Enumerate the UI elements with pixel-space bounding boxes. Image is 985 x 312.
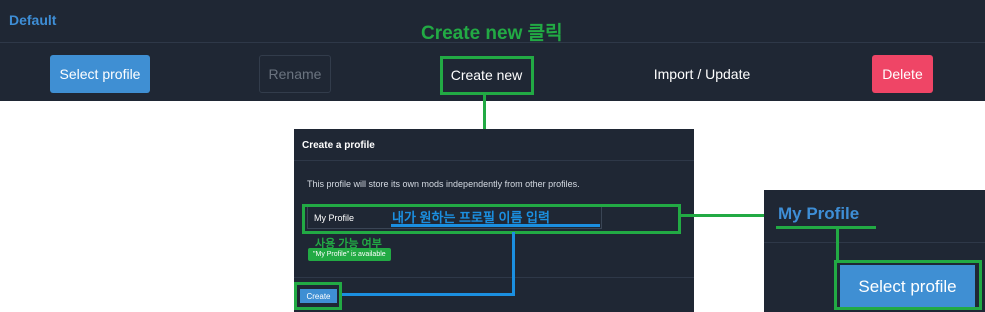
availability-badge: "My Profile" is available <box>308 248 391 261</box>
connector-create-to-dialog <box>483 95 486 129</box>
result-divider <box>764 242 985 243</box>
dialog-footer-divider <box>294 277 694 278</box>
import-update-button[interactable]: Import / Update <box>640 55 764 93</box>
connector-name-to-select <box>836 226 839 262</box>
dialog-title: Create a profile <box>302 140 375 151</box>
result-name-underline <box>776 226 876 229</box>
delete-button[interactable]: Delete <box>872 55 933 93</box>
annotation-underline <box>391 224 600 227</box>
connector-input-to-result <box>681 214 775 217</box>
dialog-header: Create a profile <box>294 129 694 161</box>
result-profile-name: My Profile <box>778 204 860 223</box>
connector-to-create <box>342 293 515 296</box>
annotation-create-click: Create new 클릭 <box>421 23 563 44</box>
connector-input-down <box>512 232 515 296</box>
highlight-result-select <box>834 260 982 310</box>
screenshot-stage: Default Select profile Rename Create new… <box>0 0 985 312</box>
current-profile-name: Default <box>9 12 57 28</box>
select-profile-button[interactable]: Select profile <box>50 55 150 93</box>
rename-button[interactable]: Rename <box>259 55 331 93</box>
highlight-create-new <box>440 56 534 95</box>
highlight-create-button <box>294 282 342 310</box>
dialog-description: This profile will store its own mods ind… <box>307 179 580 189</box>
